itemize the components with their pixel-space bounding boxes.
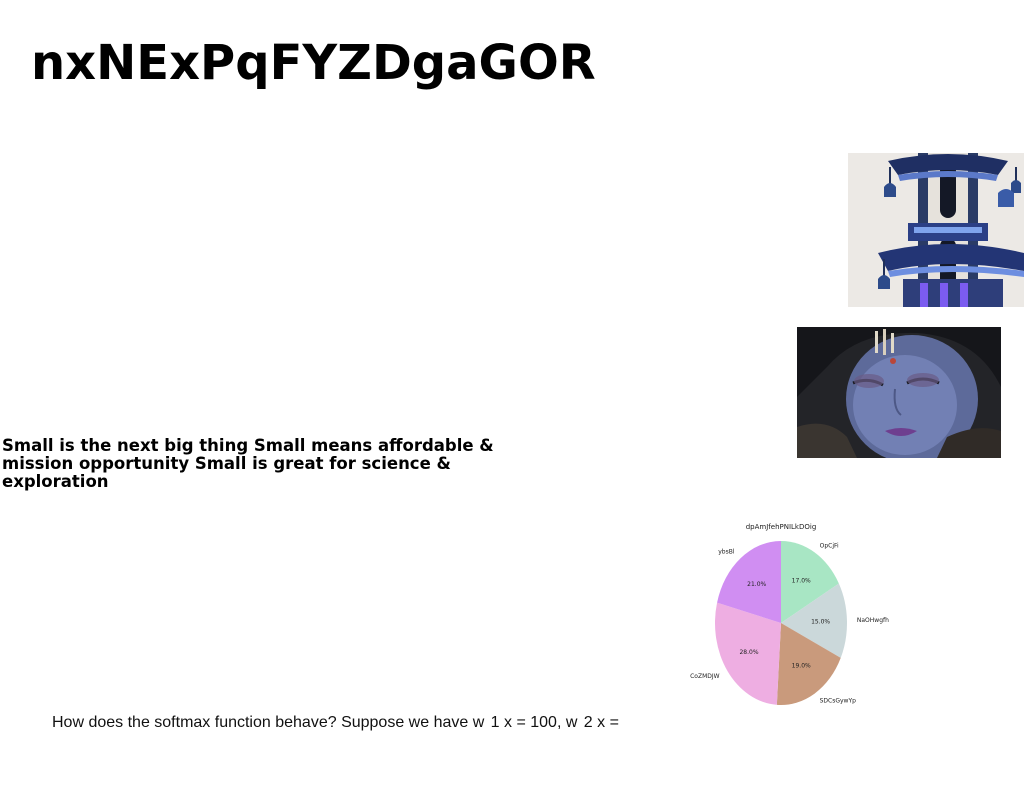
face-paint-photo bbox=[797, 327, 1001, 458]
pie-category-label: ybsBl bbox=[718, 549, 735, 556]
pie-category-label: NaOHwgfh bbox=[857, 617, 889, 624]
pie-value-label: 21.0% bbox=[747, 581, 766, 588]
question-text: How does the softmax function behave? Su… bbox=[52, 714, 619, 731]
pie-value-label: 17.0% bbox=[792, 578, 811, 585]
chart-title: dpAmJfehPNILkDOig bbox=[746, 523, 817, 531]
body-text: Small is the next big thing Small means … bbox=[2, 436, 494, 491]
pie-chart: dpAmJfehPNILkDOig 17.0% OpCjFi 15.0% NaOHwg… bbox=[690, 523, 889, 706]
pie-value-label: 19.0% bbox=[792, 662, 811, 669]
pie-category-label: SDCsGywYp bbox=[820, 698, 857, 705]
pagoda-photo bbox=[848, 153, 1024, 307]
pie-value-label: 15.0% bbox=[811, 619, 830, 626]
pie-value-label: 28.0% bbox=[739, 649, 758, 656]
pie-category-label: OpCjFi bbox=[820, 542, 839, 549]
pie-category-label: CoZMDJW bbox=[690, 673, 720, 680]
slide-title: nxNExPqFYZDgaGOR bbox=[31, 35, 596, 91]
